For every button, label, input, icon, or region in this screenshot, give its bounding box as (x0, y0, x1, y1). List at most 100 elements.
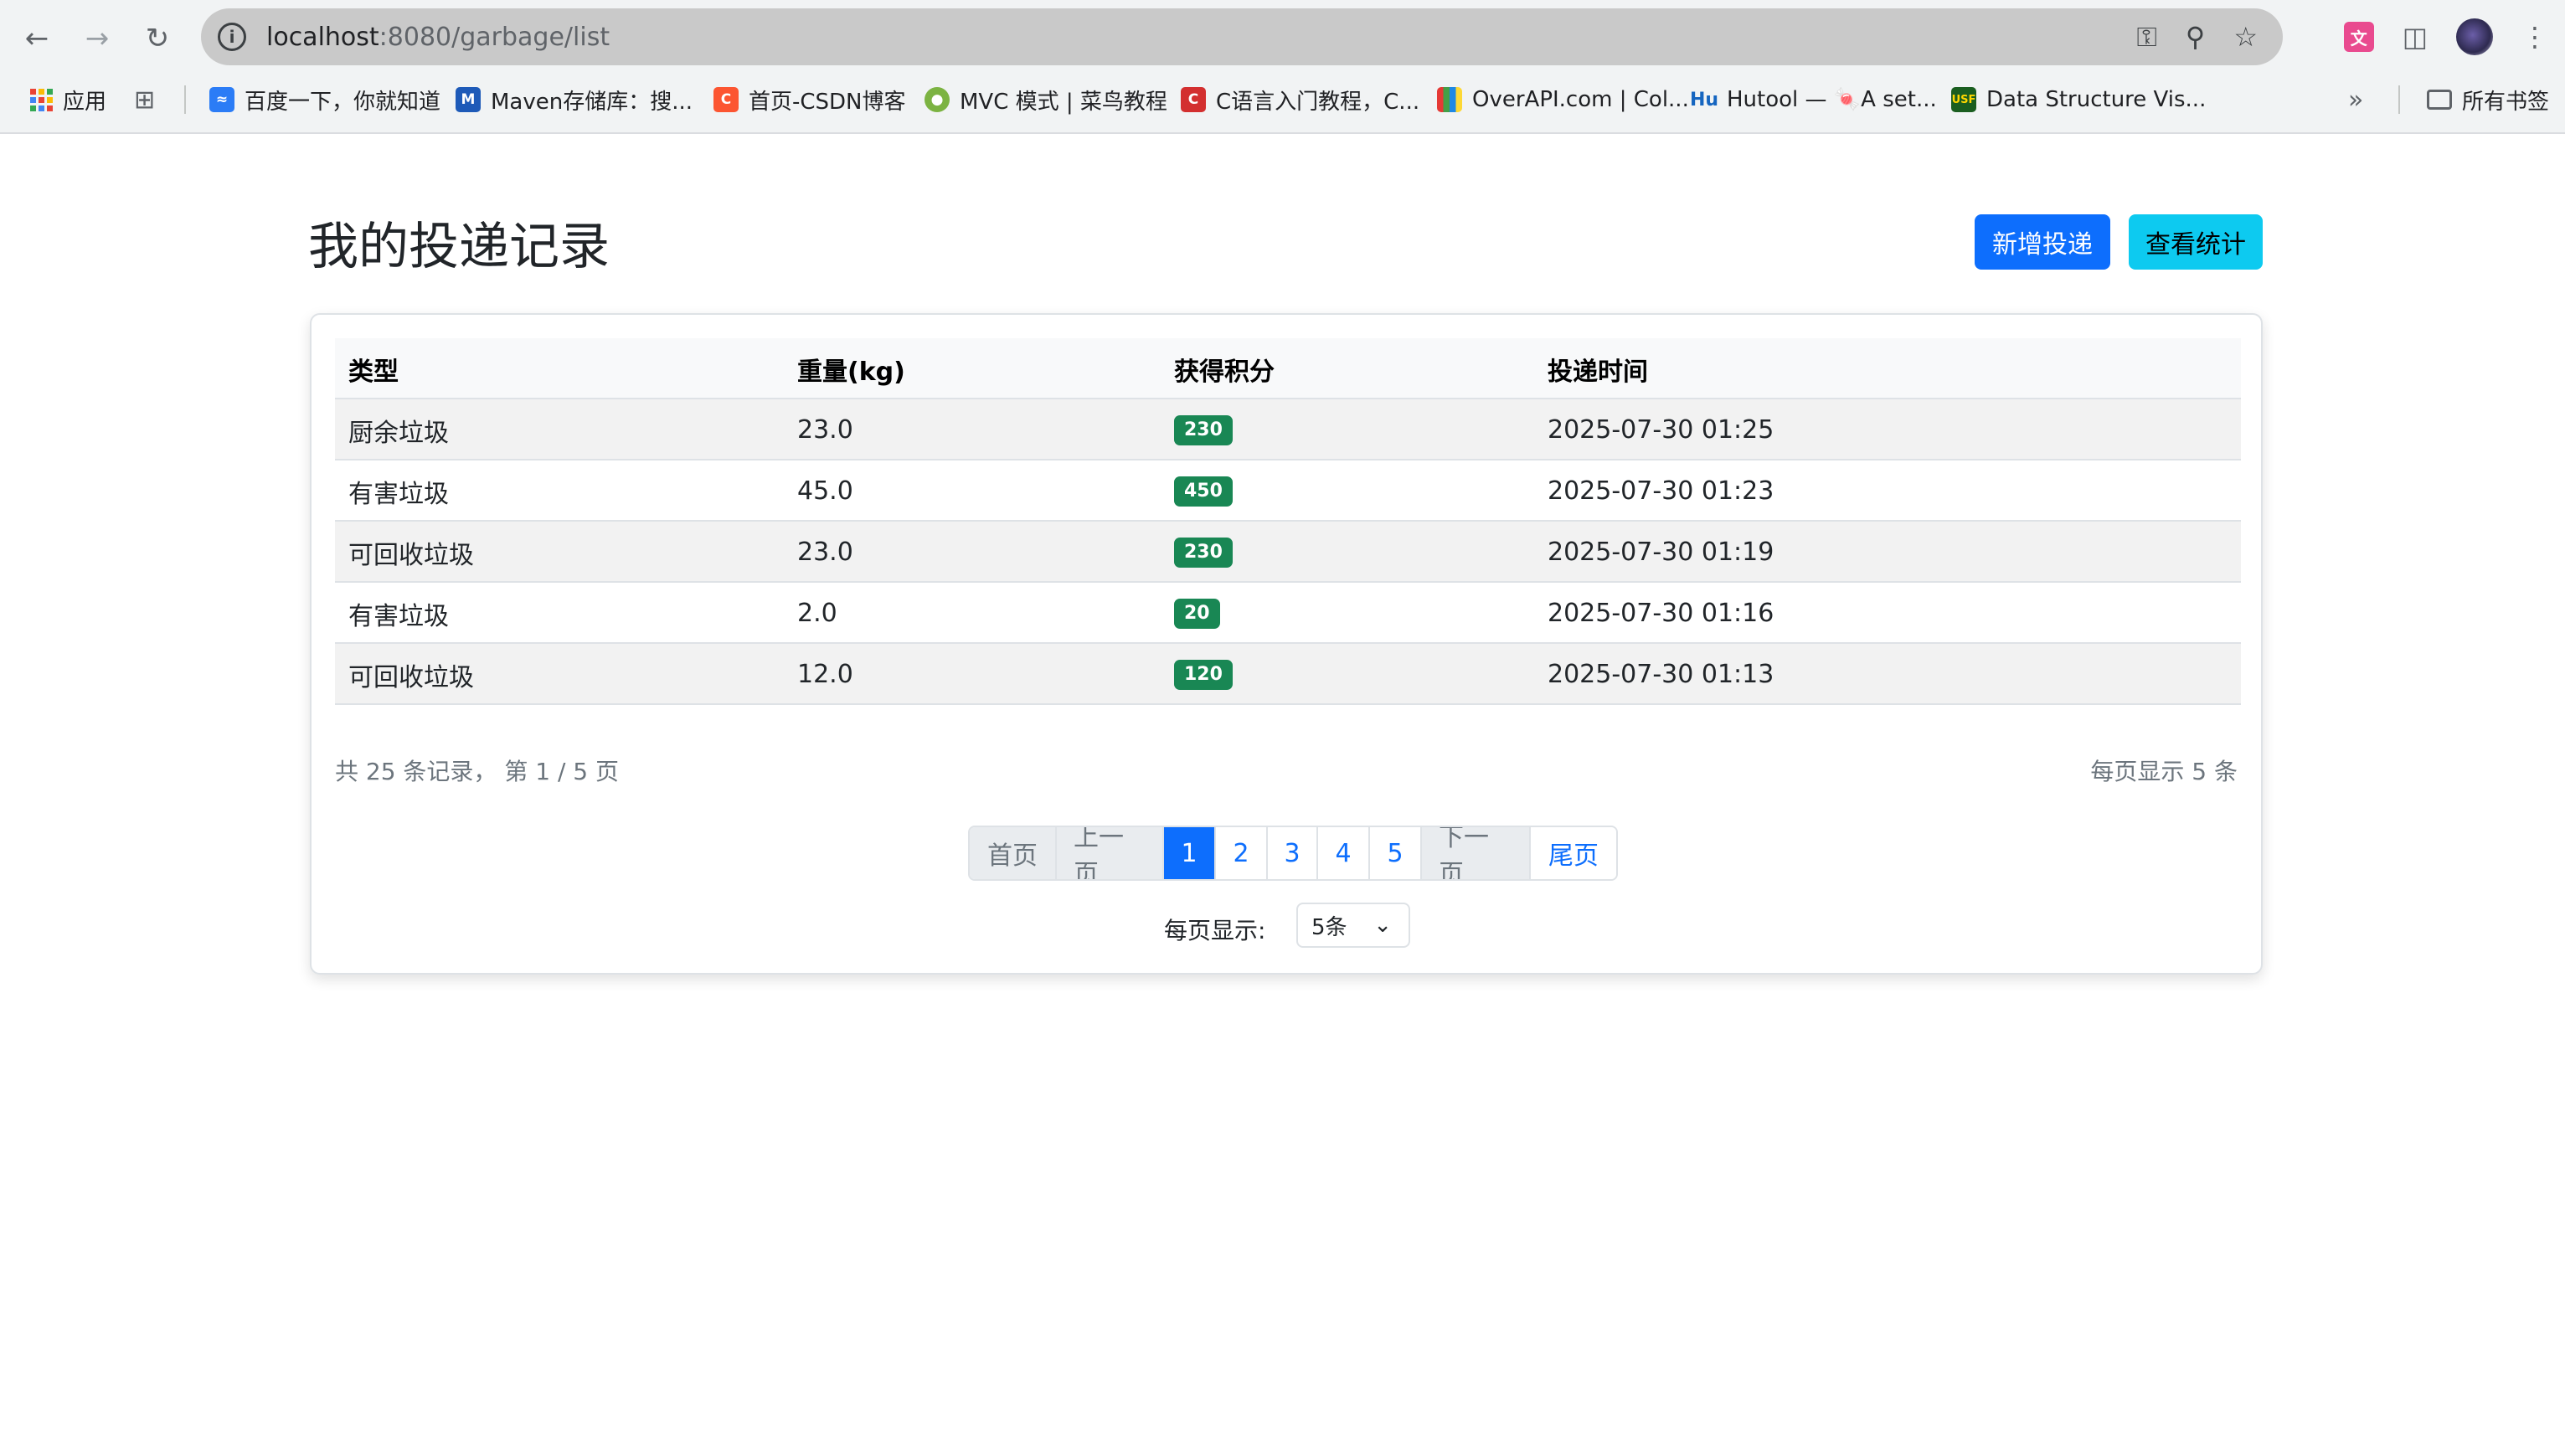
first-page-button[interactable]: 首页 (970, 827, 1057, 879)
bookmark-overapi[interactable]: OverAPI.com | Col... (1437, 80, 1689, 119)
records-summary: 共 25 条记录， 第 1 / 5 页 (335, 758, 619, 785)
bookmark-label: 所有书签 (2462, 89, 2550, 115)
folder-icon (2427, 90, 2452, 110)
cell-weight: 23.0 (797, 415, 853, 445)
cell-time: 2025-07-30 01:25 (1548, 415, 1774, 445)
tab-groups-icon: ⊞ (134, 85, 156, 115)
last-page-button[interactable]: 尾页 (1531, 827, 1616, 879)
page-size-select[interactable]: 5条 ⌄ (1296, 903, 1410, 948)
table-row: 可回收垃圾 23.0 230 2025-07-30 01:19 (335, 522, 2241, 583)
header-points: 获得积分 (1174, 357, 1275, 387)
cell-weight: 45.0 (797, 476, 853, 506)
translate-extension-icon[interactable]: 文 (2343, 22, 2374, 52)
page-button-1[interactable]: 1 (1164, 827, 1216, 879)
bookmark-label: MVC 模式 | 菜鸟教程 (960, 89, 1167, 115)
bookmark-tab-groups[interactable]: ⊞ (134, 80, 155, 119)
bookmark-apps[interactable]: 应用 (30, 80, 106, 119)
bookmark-hutool[interactable]: Hu Hutool — 🍬A set... (1689, 80, 1937, 119)
apps-grid-icon (30, 88, 53, 111)
bookmark-label: Maven存储库：搜... (491, 89, 693, 115)
table-row: 厨余垃圾 23.0 230 2025-07-30 01:25 (335, 399, 2241, 460)
page-button-4[interactable]: 4 (1318, 827, 1370, 879)
bookmark-label: Data Structure Vis... (1986, 87, 2207, 112)
points-badge: 230 (1174, 537, 1233, 568)
forward-arrow-icon[interactable]: → (72, 13, 122, 64)
more-bookmarks-icon[interactable]: » (2348, 80, 2363, 119)
reload-icon[interactable]: ↻ (132, 13, 183, 64)
chevron-down-icon: ⌄ (1373, 913, 1392, 938)
header-type: 类型 (348, 357, 399, 387)
bookmark-data-structure[interactable]: USF Data Structure Vis... (1951, 80, 2206, 119)
csdn-icon: C (713, 87, 739, 112)
cell-time: 2025-07-30 01:23 (1548, 476, 1774, 506)
cell-type: 可回收垃圾 (348, 540, 474, 570)
hutool-icon: Hu (1689, 89, 1719, 111)
zoom-icon[interactable]: ⚲ (2186, 21, 2205, 53)
bookmark-label: Hutool — 🍬A set... (1727, 87, 1937, 112)
table-row: 有害垃圾 45.0 450 2025-07-30 01:23 (335, 460, 2241, 522)
profile-avatar[interactable] (2456, 18, 2493, 55)
page-size-label: 每页显示: (1164, 917, 1266, 944)
records-table: 类型 重量(kg) 获得积分 投递时间 厨余垃圾 23.0 230 2025-0… (335, 338, 2241, 705)
page-title: 我的投递记录 (308, 218, 610, 276)
extensions-puzzle-icon[interactable]: ◫ (2403, 21, 2428, 53)
bookmark-csdn[interactable]: C 首页-CSDN博客 (713, 80, 906, 119)
page-button-3[interactable]: 3 (1268, 827, 1318, 879)
table-row: 有害垃圾 2.0 20 2025-07-30 01:16 (335, 583, 2241, 644)
bookmark-separator (2398, 85, 2400, 114)
cell-points: 230 (1174, 399, 1233, 460)
bookmark-baidu[interactable]: ≈ 百度一下，你就知道 (209, 80, 440, 119)
points-badge: 450 (1174, 476, 1233, 507)
bookmark-runoob[interactable]: ● MVC 模式 | 菜鸟教程 (925, 80, 1167, 119)
bookmark-label: 首页-CSDN博客 (749, 89, 906, 115)
bookmark-label: 百度一下，你就知道 (245, 89, 441, 115)
runoob-icon: ● (925, 87, 950, 112)
cell-weight: 23.0 (797, 538, 853, 567)
bookmark-separator (184, 85, 186, 114)
cell-type: 厨余垃圾 (348, 418, 449, 448)
overapi-icon (1437, 87, 1462, 112)
cell-weight: 2.0 (797, 599, 837, 628)
baidu-icon: ≈ (209, 87, 234, 112)
view-stats-button[interactable]: 查看统计 (2129, 214, 2263, 270)
site-info-icon[interactable]: i (218, 23, 246, 51)
maven-icon: M (456, 87, 481, 112)
pagination: 首页 上一页 1 2 3 4 5 下一页 尾页 (968, 826, 1618, 881)
page-button-5[interactable]: 5 (1370, 827, 1422, 879)
table-row: 可回收垃圾 12.0 120 2025-07-30 01:13 (335, 644, 2241, 705)
url-path: :8080/garbage/list (379, 22, 610, 52)
cell-time: 2025-07-30 01:13 (1548, 660, 1774, 689)
cell-points: 450 (1174, 460, 1233, 522)
header-weight: 重量(kg) (797, 357, 905, 387)
prev-page-button[interactable]: 上一页 (1057, 827, 1164, 879)
header-time: 投递时间 (1548, 357, 1648, 387)
bookmark-maven[interactable]: M Maven存储库：搜... (456, 80, 693, 119)
cell-weight: 12.0 (797, 660, 853, 689)
bookmark-c-lang[interactable]: C C语言入门教程，C... (1181, 80, 1419, 119)
bookmark-star-icon[interactable]: ☆ (2233, 21, 2258, 53)
cell-type: 有害垃圾 (348, 601, 449, 631)
back-arrow-icon[interactable]: ← (12, 13, 62, 64)
url-text[interactable]: localhost:8080/garbage/list (266, 23, 610, 52)
browser-chrome: ← → ↻ i localhost:8080/garbage/list ⚿ ⚲ … (0, 0, 2565, 134)
add-delivery-button[interactable]: 新增投递 (1975, 214, 2110, 270)
points-badge: 120 (1174, 659, 1233, 690)
points-badge: 230 (1174, 414, 1233, 445)
records-card: 类型 重量(kg) 获得积分 投递时间 厨余垃圾 23.0 230 2025-0… (310, 313, 2263, 975)
page-button-2[interactable]: 2 (1216, 827, 1268, 879)
bookmarks-bar: 应用 ⊞ ≈ 百度一下，你就知道 M Maven存储库：搜... C 首页-CS… (0, 80, 2565, 119)
cell-type: 可回收垃圾 (348, 662, 474, 692)
next-page-button[interactable]: 下一页 (1422, 827, 1531, 879)
c-lang-icon: C (1181, 87, 1206, 112)
cell-points: 20 (1174, 583, 1220, 644)
per-page-note: 每页显示 5 条 (2090, 758, 2238, 785)
points-badge: 20 (1174, 598, 1220, 629)
bookmark-label: OverAPI.com | Col... (1472, 87, 1689, 112)
bookmark-all[interactable]: 所有书签 (2427, 80, 2549, 119)
password-key-icon[interactable]: ⚿ (2137, 21, 2157, 54)
browser-menu-icon[interactable]: ⋮ (2521, 21, 2548, 53)
cell-time: 2025-07-30 01:19 (1548, 538, 1774, 567)
bookmark-label: C语言入门教程，C... (1216, 89, 1420, 115)
address-bar[interactable]: i localhost:8080/garbage/list ⚿ ⚲ ☆ (201, 8, 2283, 65)
cell-points: 230 (1174, 522, 1233, 583)
